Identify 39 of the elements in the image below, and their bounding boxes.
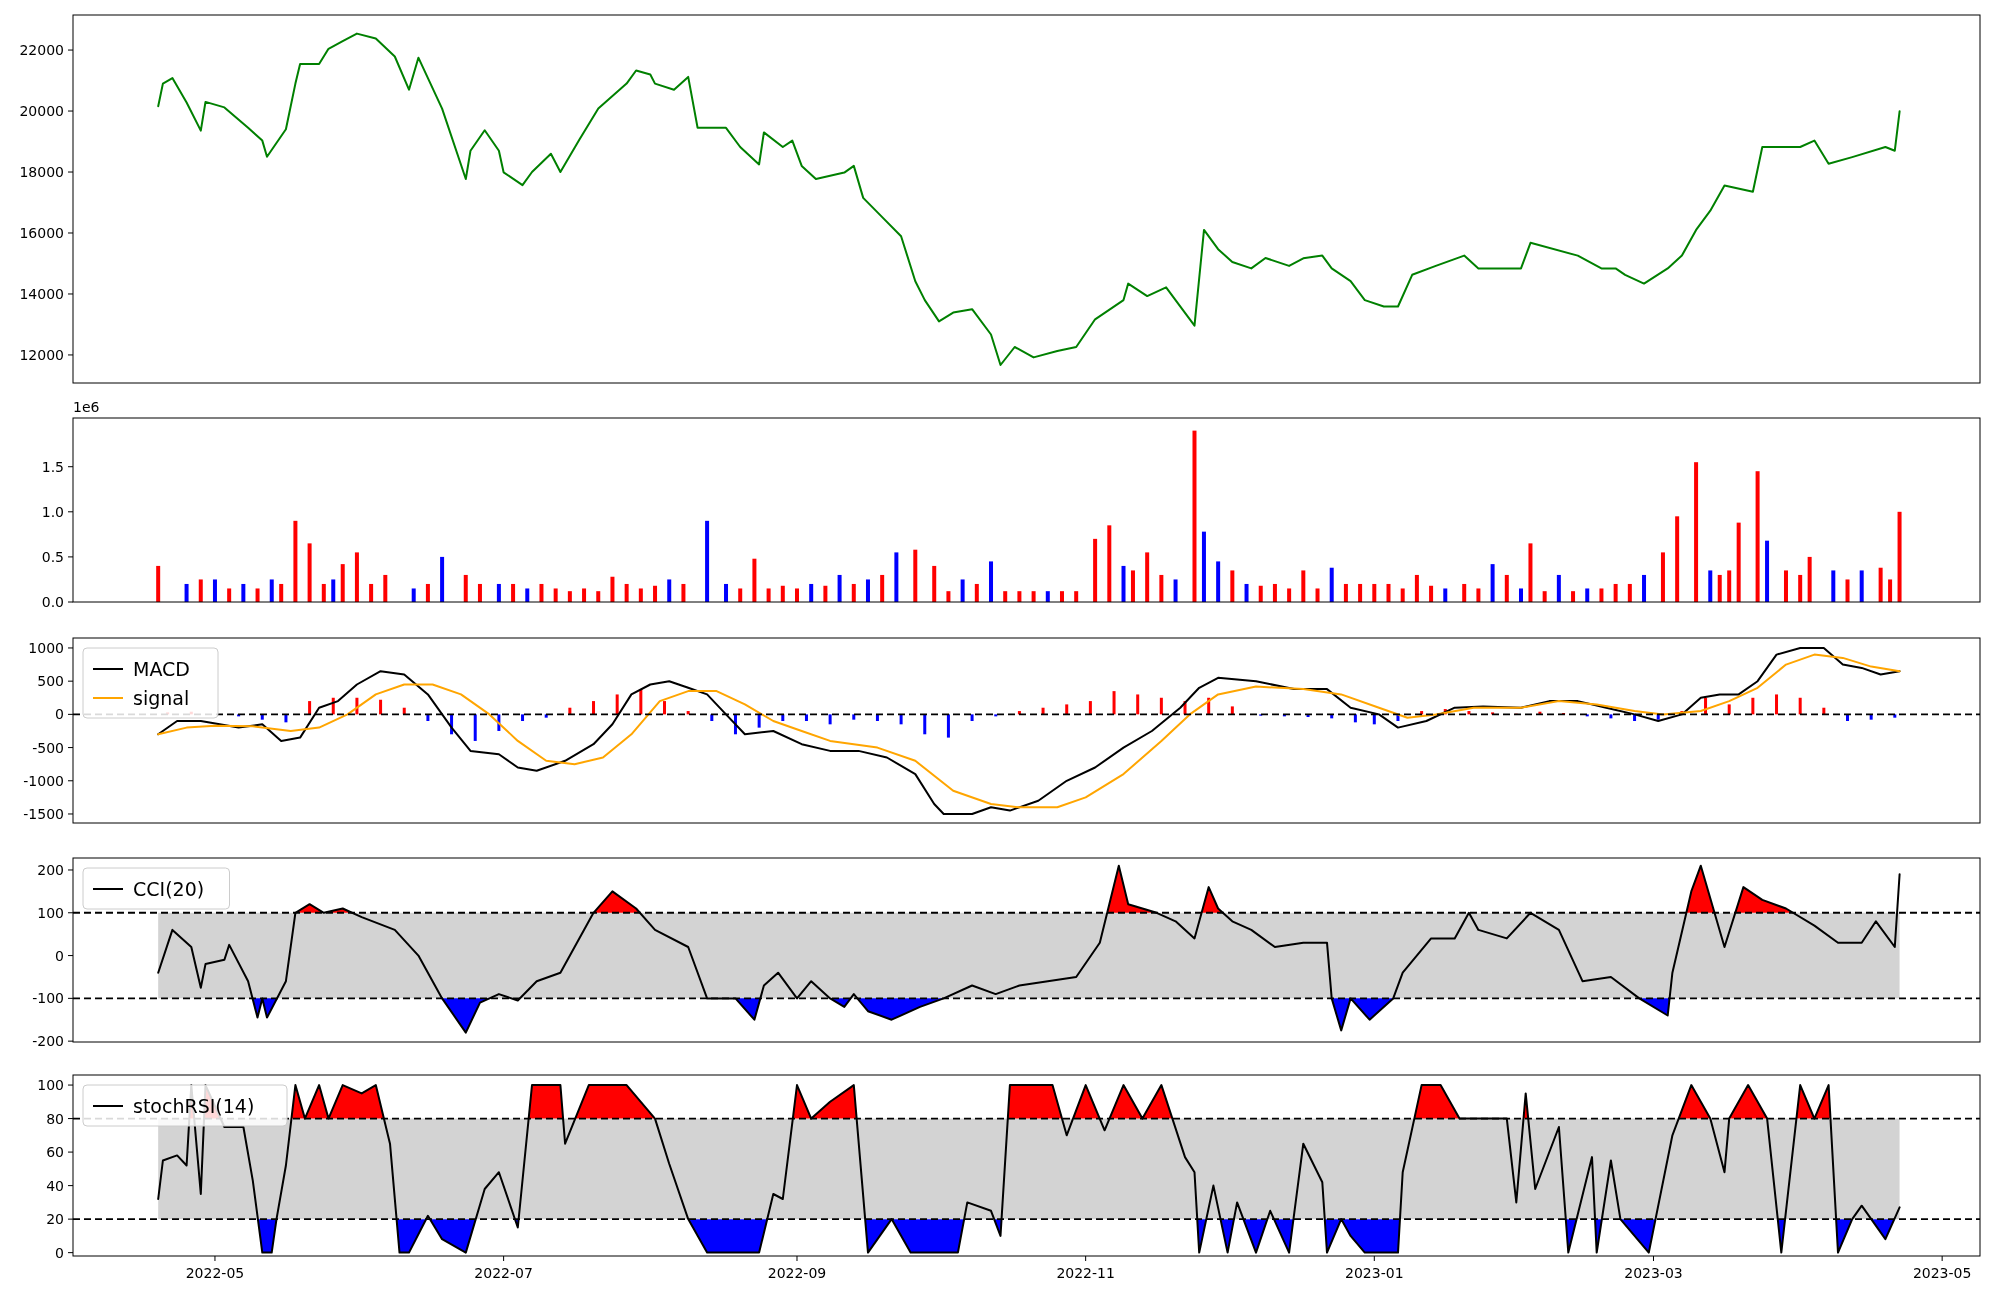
axis-tick-label: 20000 <box>19 103 64 120</box>
legend-label: MACD <box>133 658 190 680</box>
axis-tick-label: 16000 <box>19 225 64 241</box>
axis-tick-label: -500 <box>32 739 64 756</box>
axis-tick-label: -100 <box>32 990 64 1007</box>
axis-tick-label: 200 <box>37 862 64 878</box>
axis-tick-label: 100 <box>37 1077 64 1094</box>
axis-tick-label: 0.0 <box>41 594 64 610</box>
axis-tick-label: 2023-03 <box>1624 1265 1683 1281</box>
axis-tick-label: 80 <box>46 1110 64 1127</box>
axis-tick-label: 0.5 <box>41 548 64 565</box>
axis-offset-label: 1e6 <box>73 400 100 415</box>
axis-tick-label: 2022-11 <box>1056 1265 1115 1281</box>
axis-tick-label: 0 <box>55 947 64 964</box>
axis-tick-label: -1500 <box>23 805 64 822</box>
axis-tick-label: 18000 <box>19 164 64 180</box>
axis-tick-label: 0 <box>55 706 64 723</box>
axis-tick-label: 2022-05 <box>185 1265 245 1281</box>
axis-tick-label: 14000 <box>19 285 64 302</box>
axis-tick-label: -1000 <box>23 772 64 789</box>
axis-tick-label: 2023-01 <box>1345 1265 1404 1281</box>
axis-tick-label: 2022-09 <box>767 1265 827 1281</box>
axis-tick-label: 1.0 <box>41 503 64 520</box>
axis-tick-label: 0 <box>55 1244 64 1261</box>
legend-label: stochRSI(14) <box>133 1095 255 1117</box>
legend-label: CCI(20) <box>133 878 205 900</box>
axis-tick-label: 60 <box>46 1144 64 1161</box>
legend-label: signal <box>133 687 190 709</box>
axis-tick-label: 1000 <box>28 639 64 656</box>
axis-tick-label: 12000 <box>19 346 64 363</box>
axis-tick-label: -200 <box>32 1033 64 1050</box>
axis-tick-label: 500 <box>37 673 64 690</box>
axis-tick-label: 1.5 <box>41 458 64 475</box>
axis-tick-label: 40 <box>46 1177 64 1194</box>
axis-tick-label: 22000 <box>19 42 64 59</box>
axis-tick-label: 2022-07 <box>474 1265 533 1281</box>
axis-tick-label: 100 <box>37 904 64 921</box>
axis-tick-label: 2023-05 <box>1912 1265 1972 1281</box>
axis-tick-label: 20 <box>46 1211 64 1228</box>
